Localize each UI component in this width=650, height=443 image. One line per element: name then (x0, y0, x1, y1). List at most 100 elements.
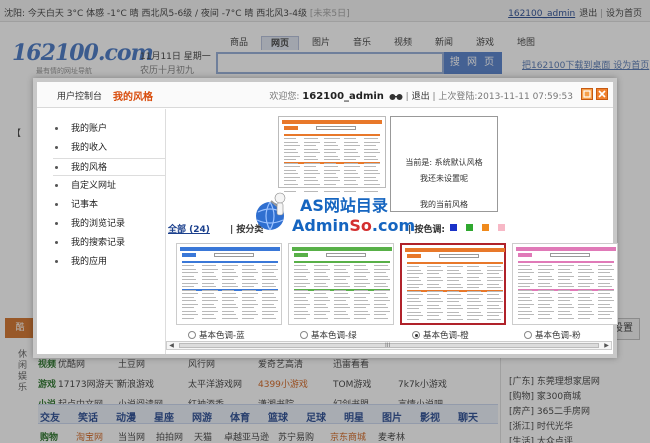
preview-line (242, 265, 254, 266)
color-filter-swatch[interactable] (482, 224, 489, 231)
preview-line (467, 276, 479, 278)
style-option-label: 基本色调-粉 (535, 331, 581, 341)
preview-line (284, 148, 296, 150)
preview-line (304, 138, 318, 139)
radio-button[interactable] (524, 331, 532, 339)
style-option[interactable]: 基本色调-粉 (524, 329, 630, 341)
preview-line (447, 318, 463, 320)
preview-line (222, 307, 238, 308)
preview-line (324, 155, 338, 157)
preview-line (344, 180, 356, 181)
color-filter-swatch[interactable] (450, 224, 457, 231)
preview-line (518, 307, 530, 308)
tab-user-console[interactable]: 用户控制台 (57, 89, 102, 102)
nav-item[interactable]: 记事本 (53, 196, 159, 214)
nav-item[interactable]: 我的应用 (53, 253, 159, 271)
preview-line (242, 279, 256, 280)
dialog-logout-link[interactable]: 退出 (412, 92, 430, 102)
welcome-username: 162100_admin (302, 91, 384, 102)
nav-item[interactable]: 我的收入 (53, 139, 159, 157)
nav-item[interactable]: 我的账户 (53, 120, 159, 138)
preview-line (202, 293, 214, 294)
scroll-left-arrow-icon[interactable]: ◀ (167, 342, 176, 349)
bullet-icon (55, 203, 58, 206)
radio-button[interactable] (412, 331, 420, 339)
style-option[interactable]: 基本色调-绿 (300, 329, 406, 341)
preview-line (598, 317, 612, 319)
radio-button[interactable] (300, 331, 308, 339)
preview-line (538, 282, 550, 284)
maximize-button[interactable] (581, 88, 593, 100)
preview-line (314, 314, 326, 315)
preview-line (364, 173, 380, 174)
scroll-right-arrow-icon[interactable]: ▶ (602, 342, 611, 349)
preview-header (516, 247, 616, 251)
preview-line (538, 265, 552, 266)
preview-line (407, 311, 421, 313)
color-filter-swatch[interactable] (466, 224, 473, 231)
preview-line (558, 300, 570, 301)
preview-line (314, 265, 328, 266)
thumbnail-preview (405, 248, 505, 324)
preview-line (578, 300, 592, 301)
preview-line (284, 166, 300, 167)
preview-line (354, 300, 368, 301)
preview-line (518, 303, 534, 305)
preview-line (427, 266, 441, 267)
style-thumbnail[interactable] (400, 243, 506, 325)
preview-line (324, 166, 338, 167)
preview-line (558, 279, 570, 280)
preview-line (374, 310, 390, 312)
preview-line (314, 293, 326, 294)
preview-line (427, 297, 441, 299)
radio-button[interactable] (188, 331, 196, 339)
preview-line (284, 162, 298, 164)
preview-logo (518, 253, 532, 257)
preview-bar (294, 261, 390, 263)
preview-line (344, 176, 360, 178)
style-option[interactable]: 基本色调-橙 (412, 329, 518, 341)
preview-line (294, 310, 308, 312)
nav-item[interactable]: 我的搜索记录 (53, 234, 159, 252)
welcome-info: 欢迎您: 162100_admin | 退出 | 上次登陆:2013-11-11… (269, 91, 573, 102)
style-thumbnail[interactable] (512, 243, 618, 325)
preview-line (364, 183, 380, 185)
preview-line (284, 138, 296, 139)
preview-line (447, 287, 463, 288)
current-style-name: 当前是: 系统默认风格 (405, 158, 483, 167)
preview-line (374, 303, 386, 305)
preview-line (427, 318, 441, 320)
preview-line (598, 300, 614, 301)
nav-item[interactable]: 自定义网址 (53, 177, 159, 195)
glasses-icon (389, 93, 403, 100)
tab-my-style[interactable]: 我的风格 (113, 88, 153, 103)
preview-line (447, 297, 463, 299)
preview-line (354, 265, 366, 266)
nav-item[interactable]: 我的浏览记录 (53, 215, 159, 233)
style-option[interactable]: 基本色调-蓝 (188, 329, 294, 341)
nav-item[interactable]: 我的风格 (53, 158, 165, 176)
preview-line (598, 303, 610, 305)
close-icon (598, 90, 606, 98)
preview-line (407, 287, 419, 288)
preview-line (407, 315, 423, 316)
preview-line (314, 289, 330, 291)
preview-line (598, 275, 612, 277)
preview-line (344, 159, 356, 160)
preview-line (447, 304, 461, 306)
color-filter-swatch[interactable] (498, 224, 505, 231)
preview-line (487, 308, 501, 309)
preview-line (344, 183, 358, 185)
close-button[interactable] (596, 88, 608, 100)
preview-line (518, 275, 530, 277)
preview-line (262, 289, 278, 291)
watermark-domain: AdminSo.com (292, 216, 415, 235)
filter-all-link[interactable]: 全部 (24) (168, 222, 210, 235)
preview-line (294, 286, 306, 287)
preview-line (467, 318, 479, 320)
preview-line (578, 275, 590, 277)
horizontal-scrollbar[interactable]: ◀ III ▶ (166, 341, 612, 350)
scrollbar-thumb[interactable]: III (179, 342, 599, 349)
style-thumbnails: 基本色调-蓝 基本色调-绿 基本色调-橙 基本色调-粉 (166, 243, 618, 341)
preview-line (407, 276, 419, 278)
